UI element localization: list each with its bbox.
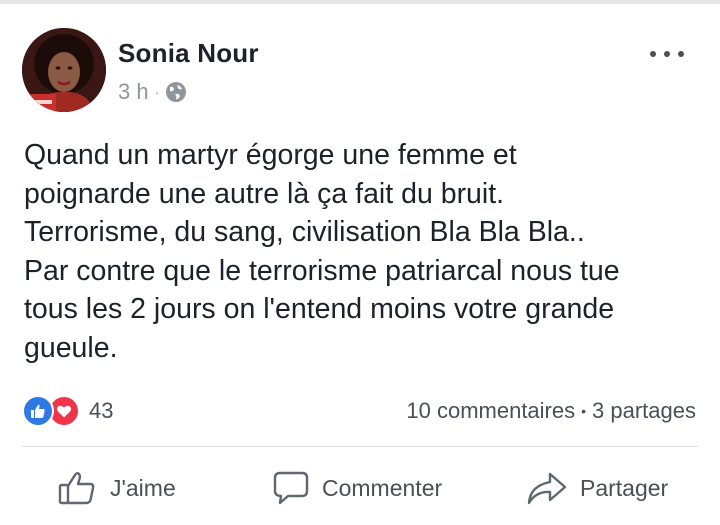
avatar[interactable] — [22, 28, 106, 112]
more-horizontal-icon — [650, 51, 656, 57]
post-timestamp[interactable]: 3 h — [118, 79, 149, 105]
comment-bubble-icon — [273, 471, 309, 505]
actions-divider — [22, 446, 698, 447]
share-button[interactable]: Partager — [526, 466, 668, 510]
like-label: J'aime — [110, 474, 176, 501]
post-card: Sonia Nour 3 h · Quand un martyr égorge … — [0, 4, 720, 525]
post-text-line: poignarde une autre là ça fait du bruit. — [24, 177, 505, 210]
like-reaction-icon — [22, 395, 54, 427]
post-text-line: Par contre que le terrorisme patriarcal … — [24, 254, 620, 287]
globe-icon[interactable] — [165, 81, 187, 103]
post-text-line: Quand un martyr égorge une femme et — [24, 139, 517, 171]
reactions-summary[interactable]: 43 — [22, 394, 113, 428]
post-text-line: Terrorisme, du sang, civilisation Bla Bl… — [24, 216, 585, 248]
post-text-line: tous les 2 jours on l'entend moins votre… — [24, 293, 615, 325]
comments-count-link[interactable]: 10 commentaires — [406, 398, 575, 424]
post-meta: 3 h · — [118, 78, 187, 106]
meta-separator: · — [154, 84, 160, 100]
post-text: Quand un martyr égorge une femme et poig… — [24, 136, 704, 367]
like-button[interactable]: J'aime — [58, 466, 176, 510]
comment-label: Commenter — [322, 474, 443, 501]
more-dot — [678, 51, 684, 57]
post-stats: 10 commentaires • 3 partages — [406, 396, 696, 426]
share-arrow-icon — [527, 472, 567, 505]
thumbs-up-icon — [58, 472, 95, 505]
comment-button[interactable]: Commenter — [272, 466, 442, 510]
share-label: Partager — [580, 474, 669, 501]
post-text-line: gueule. — [24, 331, 118, 364]
stats-separator: • — [581, 403, 587, 419]
more-dot — [664, 51, 670, 57]
author-name[interactable]: Sonia Nour — [118, 38, 259, 69]
more-options-button[interactable] — [644, 42, 690, 66]
reaction-count: 43 — [89, 398, 114, 423]
shares-count-link[interactable]: 3 partages — [592, 398, 696, 424]
